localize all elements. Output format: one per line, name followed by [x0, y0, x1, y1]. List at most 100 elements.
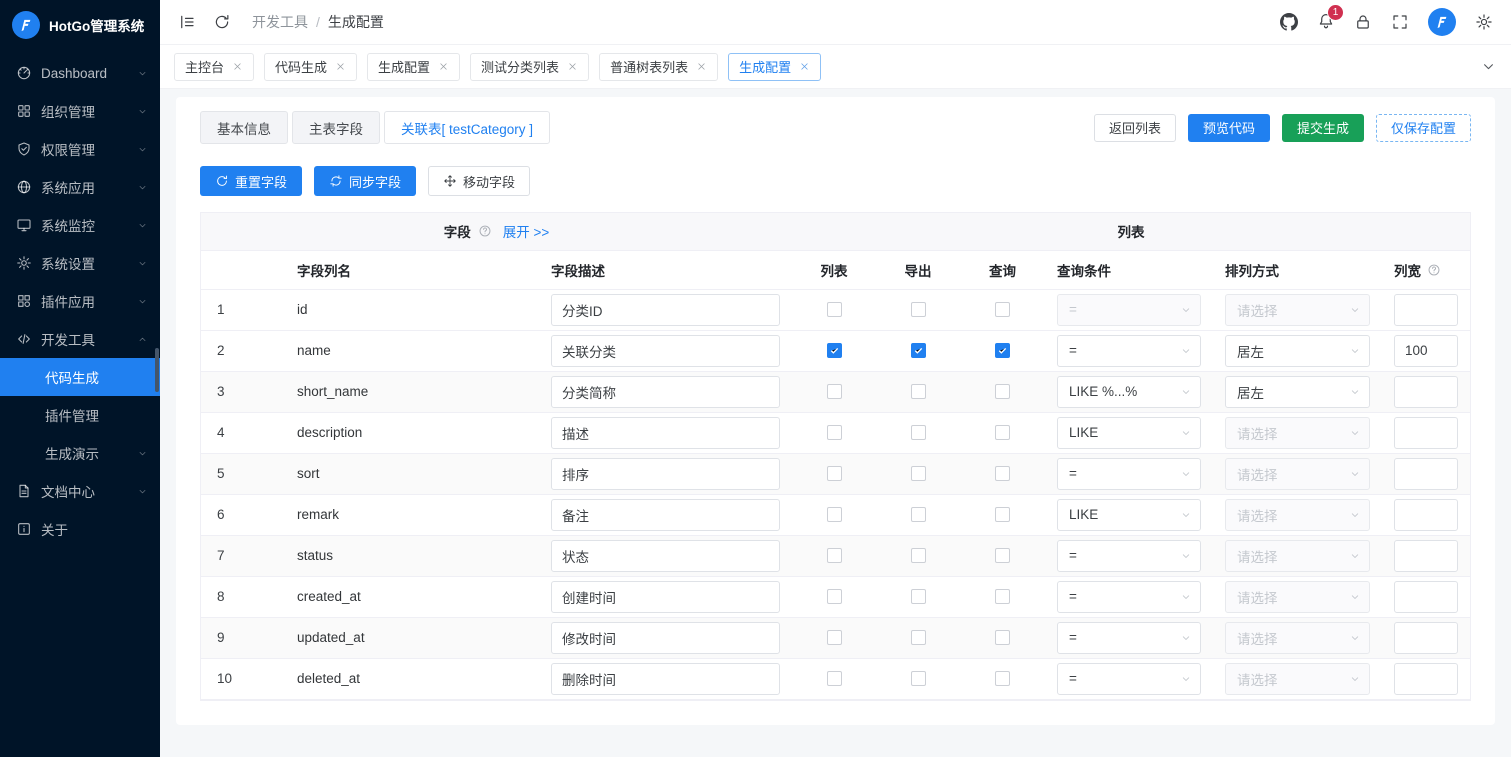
list-checkbox[interactable] [827, 384, 842, 399]
align-select[interactable]: 居左 [1225, 335, 1370, 367]
app-logo[interactable]: HotGo管理系统 [0, 0, 160, 50]
config-tab-2[interactable]: 关联表[ testCategory ] [384, 111, 550, 144]
query-condition-select[interactable]: = [1057, 458, 1201, 490]
query-checkbox[interactable] [995, 425, 1010, 440]
close-icon[interactable] [799, 61, 810, 72]
opened-tab-1[interactable]: 代码生成 [264, 53, 357, 81]
sidebar-item-code-generate[interactable]: 代码生成 [0, 358, 160, 396]
query-condition-select[interactable]: = [1057, 540, 1201, 572]
export-checkbox[interactable] [911, 589, 926, 604]
field-desc-input[interactable] [551, 294, 780, 326]
query-checkbox[interactable] [995, 671, 1010, 686]
sidebar-item-generate-demo[interactable]: 生成演示 [0, 434, 160, 472]
sidebar-item-permission-manage[interactable]: 权限管理 [0, 130, 160, 168]
sidebar-item-system-setting[interactable]: 系统设置 [0, 244, 160, 282]
list-checkbox[interactable] [827, 548, 842, 563]
sidebar-item-plugin-manage[interactable]: 插件管理 [0, 396, 160, 434]
list-checkbox[interactable] [827, 507, 842, 522]
field-desc-input[interactable] [551, 622, 780, 654]
settings-gear-icon[interactable] [1475, 13, 1493, 31]
github-icon[interactable] [1280, 13, 1298, 31]
query-checkbox[interactable] [995, 343, 1010, 358]
export-checkbox[interactable] [911, 302, 926, 317]
preview-code-button[interactable]: 预览代码 [1188, 114, 1270, 142]
export-checkbox[interactable] [911, 548, 926, 563]
save-config-only-button[interactable]: 仅保存配置 [1376, 114, 1471, 142]
list-checkbox[interactable] [827, 671, 842, 686]
column-width-input[interactable] [1394, 540, 1458, 572]
expand-link[interactable]: 展开 >> [503, 221, 550, 241]
submit-generate-button[interactable]: 提交生成 [1282, 114, 1364, 142]
config-tab-0[interactable]: 基本信息 [200, 111, 288, 144]
back-to-list-button[interactable]: 返回列表 [1094, 114, 1176, 142]
sidebar-item-dashboard[interactable]: Dashboard [0, 54, 160, 92]
reset-fields-button[interactable]: 重置字段 [200, 166, 302, 196]
close-icon[interactable] [438, 61, 449, 72]
tab-list-chevron-down-icon[interactable] [1480, 58, 1497, 75]
sidebar-item-dev-tools[interactable]: 开发工具 [0, 320, 160, 358]
close-icon[interactable] [335, 61, 346, 72]
list-checkbox[interactable] [827, 302, 842, 317]
list-checkbox[interactable] [827, 425, 842, 440]
sidebar-item-org-manage[interactable]: 组织管理 [0, 92, 160, 130]
column-width-input[interactable] [1394, 294, 1458, 326]
query-checkbox[interactable] [995, 589, 1010, 604]
refresh-icon[interactable] [213, 13, 231, 31]
fullscreen-icon[interactable] [1391, 13, 1409, 31]
config-tab-1[interactable]: 主表字段 [292, 111, 380, 144]
export-checkbox[interactable] [911, 425, 926, 440]
sidebar-item-doc-center[interactable]: 文档中心 [0, 472, 160, 510]
query-condition-select[interactable]: LIKE %...% [1057, 376, 1201, 408]
list-checkbox[interactable] [827, 589, 842, 604]
query-condition-select[interactable]: LIKE [1057, 417, 1201, 449]
export-checkbox[interactable] [911, 507, 926, 522]
field-desc-input[interactable] [551, 499, 780, 531]
export-checkbox[interactable] [911, 630, 926, 645]
sync-fields-button[interactable]: 同步字段 [314, 166, 416, 196]
query-condition-select[interactable]: = [1057, 622, 1201, 654]
column-width-input[interactable] [1394, 376, 1458, 408]
export-checkbox[interactable] [911, 384, 926, 399]
opened-tab-2[interactable]: 生成配置 [367, 53, 460, 81]
query-checkbox[interactable] [995, 466, 1010, 481]
column-width-input[interactable] [1394, 622, 1458, 654]
export-checkbox[interactable] [911, 343, 926, 358]
opened-tab-0[interactable]: 主控台 [174, 53, 254, 81]
sidebar-item-system-monitor[interactable]: 系统监控 [0, 206, 160, 244]
query-condition-select[interactable]: = [1057, 663, 1201, 695]
user-avatar[interactable] [1428, 8, 1456, 36]
query-checkbox[interactable] [995, 507, 1010, 522]
lock-screen-icon[interactable] [1354, 13, 1372, 31]
sidebar-item-about[interactable]: 关于 [0, 510, 160, 548]
opened-tab-4[interactable]: 普通树表列表 [599, 53, 718, 81]
sidebar-item-plugin-app[interactable]: 插件应用 [0, 282, 160, 320]
opened-tab-5[interactable]: 生成配置 [728, 53, 821, 81]
list-checkbox[interactable] [827, 343, 842, 358]
query-checkbox[interactable] [995, 630, 1010, 645]
field-desc-input[interactable] [551, 335, 780, 367]
query-checkbox[interactable] [995, 384, 1010, 399]
close-icon[interactable] [232, 61, 243, 72]
close-icon[interactable] [567, 61, 578, 72]
list-checkbox[interactable] [827, 630, 842, 645]
breadcrumb-item[interactable]: 开发工具 [252, 12, 308, 32]
field-desc-input[interactable] [551, 417, 780, 449]
column-width-input[interactable] [1394, 335, 1458, 367]
query-condition-select[interactable]: LIKE [1057, 499, 1201, 531]
field-desc-input[interactable] [551, 458, 780, 490]
notifications-button[interactable]: 1 [1317, 12, 1335, 33]
column-width-input[interactable] [1394, 499, 1458, 531]
export-checkbox[interactable] [911, 466, 926, 481]
query-checkbox[interactable] [995, 302, 1010, 317]
query-condition-select[interactable]: = [1057, 581, 1201, 613]
column-width-input[interactable] [1394, 417, 1458, 449]
column-width-input[interactable] [1394, 581, 1458, 613]
export-checkbox[interactable] [911, 671, 926, 686]
list-checkbox[interactable] [827, 466, 842, 481]
query-checkbox[interactable] [995, 548, 1010, 563]
field-desc-input[interactable] [551, 663, 780, 695]
field-desc-input[interactable] [551, 376, 780, 408]
help-icon[interactable] [1427, 263, 1441, 277]
field-help-icon[interactable] [478, 224, 492, 238]
align-select[interactable]: 居左 [1225, 376, 1370, 408]
